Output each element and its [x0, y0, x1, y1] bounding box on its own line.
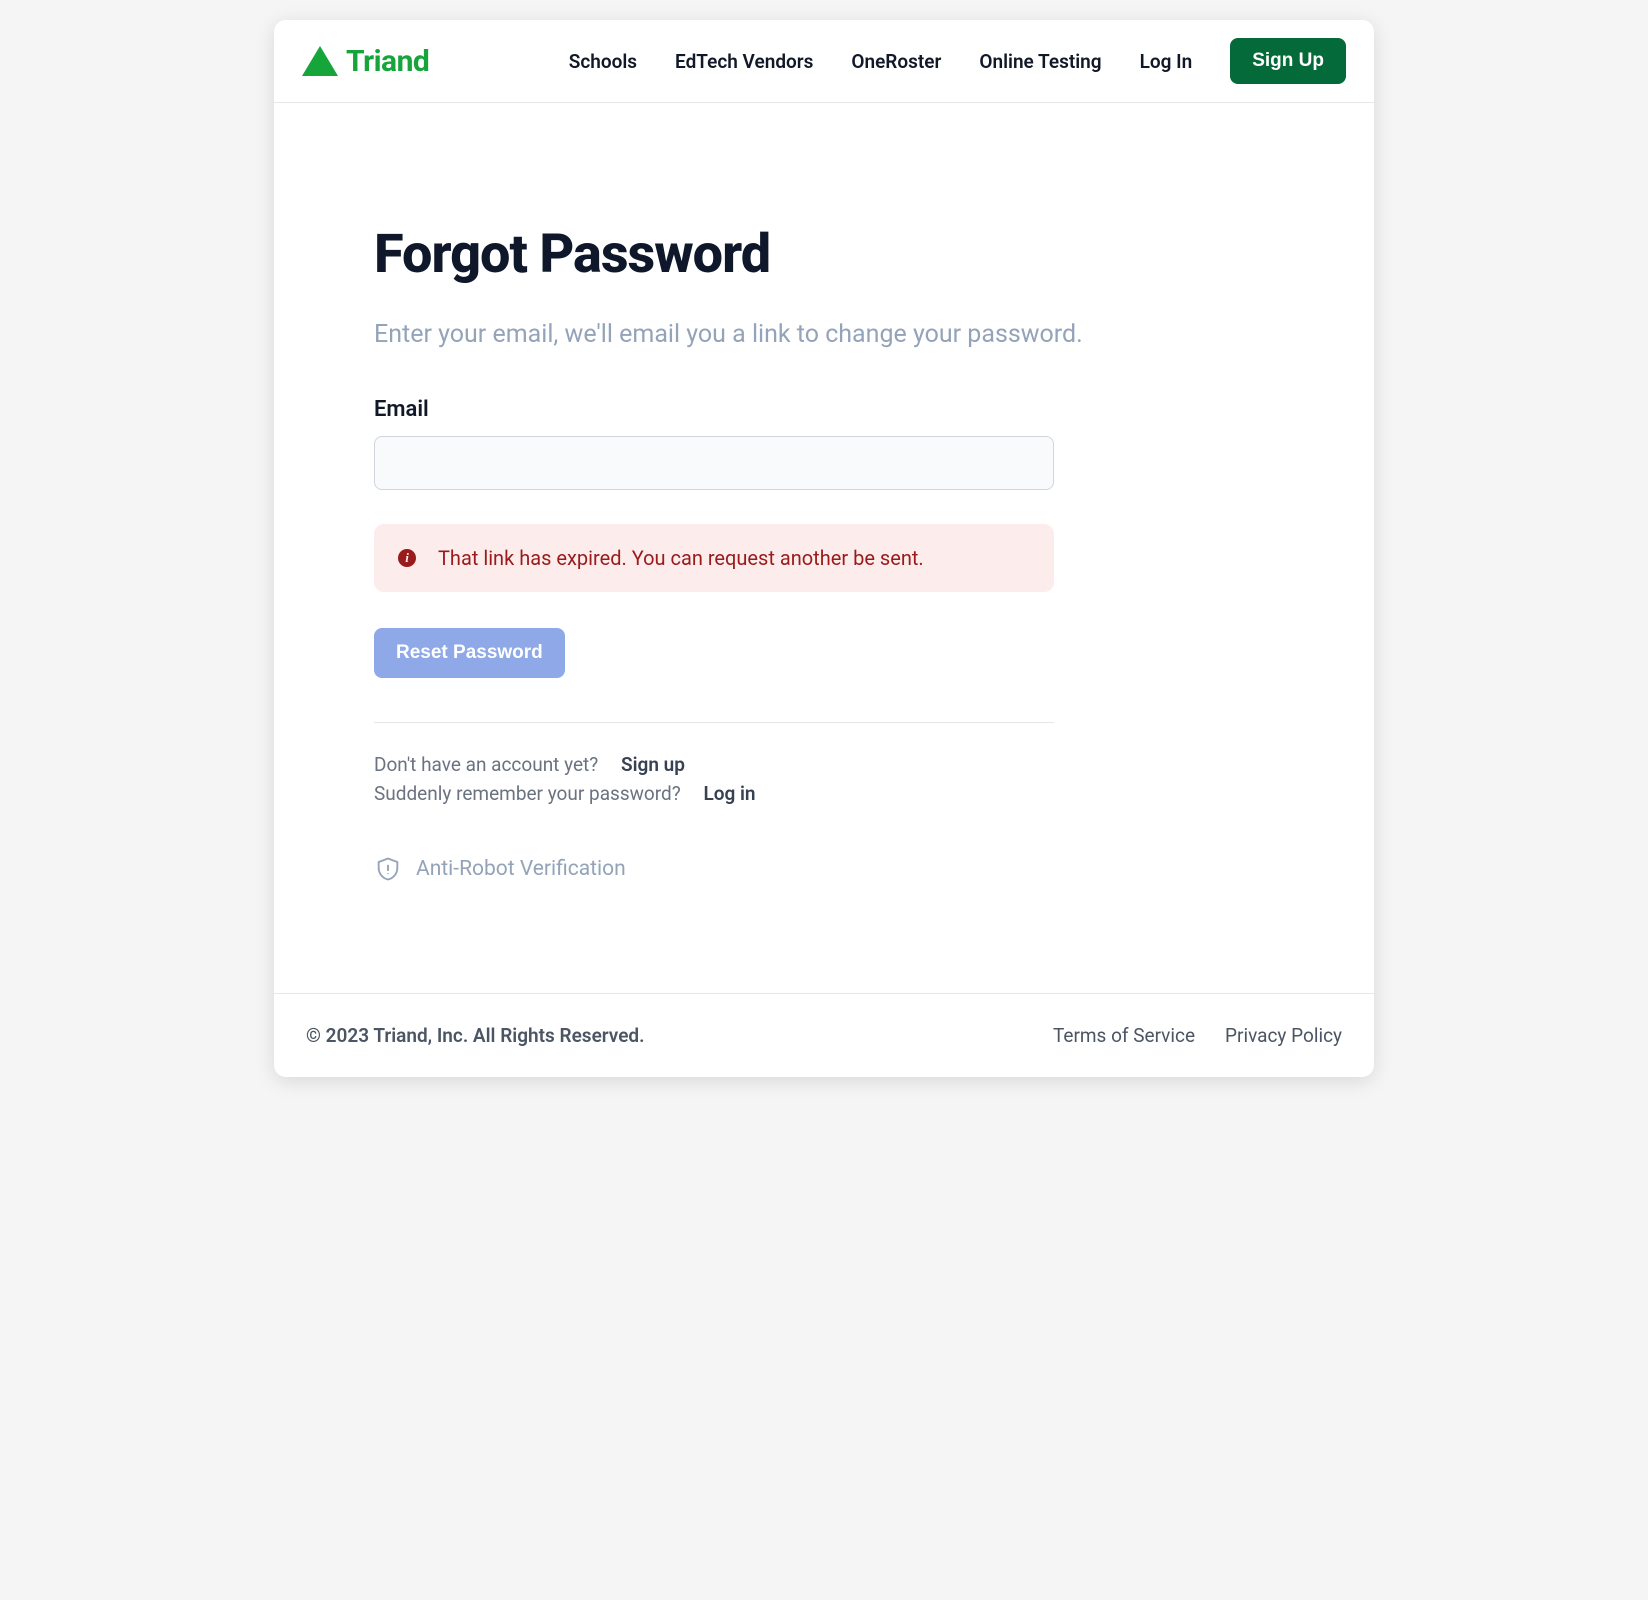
- signup-link[interactable]: Sign up: [621, 753, 685, 776]
- shield-alert-icon: [374, 855, 402, 883]
- nav-link-oneroster[interactable]: OneRoster: [851, 50, 941, 73]
- brand-name: Triand: [346, 44, 429, 79]
- signup-button[interactable]: Sign Up: [1230, 38, 1346, 84]
- divider: [374, 722, 1054, 723]
- anti-robot-row: Anti-Robot Verification: [374, 855, 1274, 883]
- footer-links: Terms of Service Privacy Policy: [1053, 1024, 1342, 1047]
- anti-robot-label: Anti-Robot Verification: [416, 857, 626, 881]
- footer-link-privacy[interactable]: Privacy Policy: [1225, 1024, 1342, 1047]
- login-prompt-text: Suddenly remember your password?: [374, 782, 681, 805]
- triangle-icon: [302, 46, 338, 76]
- info-error-icon: i: [398, 549, 416, 567]
- error-alert: i That link has expired. You can request…: [374, 524, 1054, 592]
- brand-logo[interactable]: Triand: [302, 44, 429, 79]
- email-label: Email: [374, 397, 1274, 422]
- email-input[interactable]: [374, 436, 1054, 490]
- footer: © 2023 Triand, Inc. All Rights Reserved.…: [274, 993, 1374, 1077]
- error-alert-text: That link has expired. You can request a…: [438, 546, 924, 570]
- nav-link-login[interactable]: Log In: [1140, 50, 1193, 73]
- signup-prompt-text: Don't have an account yet?: [374, 753, 598, 776]
- nav-link-edtech-vendors[interactable]: EdTech Vendors: [675, 50, 813, 73]
- reset-password-button[interactable]: Reset Password: [374, 628, 565, 678]
- main-content: Forgot Password Enter your email, we'll …: [274, 103, 1374, 993]
- signup-prompt-row: Don't have an account yet? Sign up: [374, 753, 1274, 776]
- nav-link-schools[interactable]: Schools: [569, 50, 637, 73]
- copyright-text: © 2023 Triand, Inc. All Rights Reserved.: [306, 1024, 645, 1047]
- nav-link-online-testing[interactable]: Online Testing: [979, 50, 1101, 73]
- login-prompt-row: Suddenly remember your password? Log in: [374, 782, 1274, 805]
- navbar: Triand Schools EdTech Vendors OneRoster …: [274, 20, 1374, 103]
- nav-links: Schools EdTech Vendors OneRoster Online …: [569, 38, 1346, 84]
- login-link[interactable]: Log in: [703, 782, 755, 805]
- page-title: Forgot Password: [374, 223, 1274, 286]
- page-subtitle: Enter your email, we'll email you a link…: [374, 320, 1274, 349]
- footer-link-terms[interactable]: Terms of Service: [1053, 1024, 1195, 1047]
